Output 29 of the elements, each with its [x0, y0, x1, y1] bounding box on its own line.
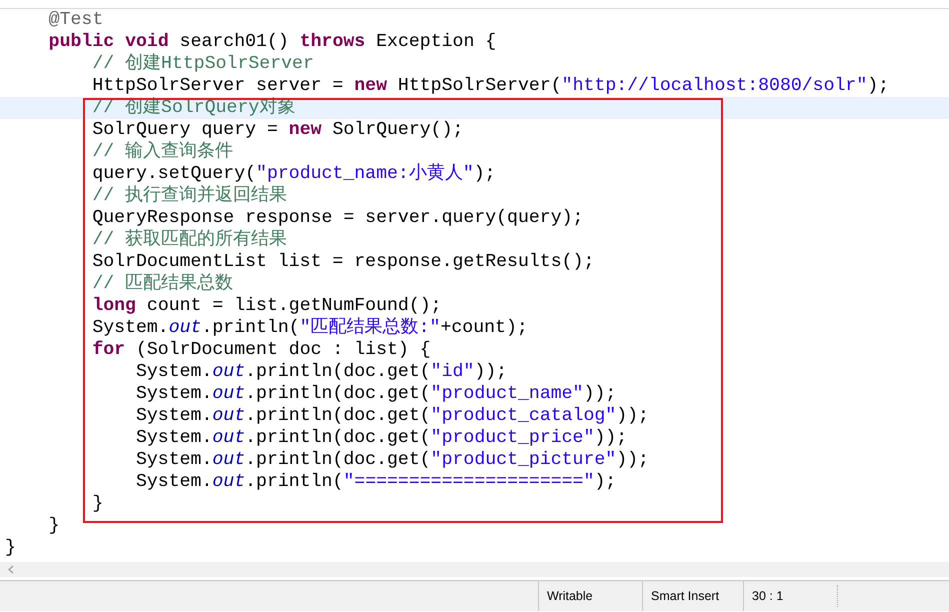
- code-line: System.out.println(doc.get("product_catalog"));: [134, 405, 650, 427]
- code-line: for (SolrDocument doc : list) {: [91, 339, 432, 361]
- code-line: QueryResponse response = server.query(query);: [91, 207, 584, 229]
- code-line: // 匹配结果总数: [91, 273, 234, 295]
- code-line: @Test: [48, 9, 104, 31]
- code-line: }: [48, 515, 61, 537]
- status-field: Smart Insert: [642, 581, 743, 611]
- code-line: System.out.println("=====================");: [134, 471, 618, 493]
- code-line: // 执行查询并返回结果: [91, 185, 288, 207]
- code-line: public void search01() throws Exception {: [48, 31, 498, 53]
- code-line: long count = list.getNumFound();: [91, 295, 443, 317]
- status-field: Writable: [538, 581, 642, 611]
- code-line: System.out.println("匹配结果总数:"+count);: [91, 317, 529, 339]
- code-line: System.out.println(doc.get("product_price"));: [134, 427, 628, 449]
- code-line: }: [4, 537, 17, 559]
- code-line: System.out.println(doc.get("id"));: [134, 361, 508, 383]
- code-line: System.out.println(doc.get("product_name"));: [134, 383, 618, 405]
- code-line: System.out.println(doc.get("product_picture"));: [134, 449, 650, 471]
- scroll-left-icon[interactable]: [8, 565, 14, 574]
- horizontal-scrollbar[interactable]: [0, 562, 949, 577]
- code-line: SolrDocumentList list = response.getResults();: [91, 251, 596, 273]
- code-line: // 获取匹配的所有结果: [91, 229, 288, 251]
- code-line: query.setQuery("product_name:小黄人");: [91, 163, 497, 185]
- status-field: 30 : 1: [743, 581, 837, 611]
- code-line: // 输入查询条件: [91, 141, 234, 163]
- code-line: SolrQuery query = new SolrQuery();: [91, 119, 464, 141]
- code-line: // 创建HttpSolrServer: [91, 53, 315, 75]
- code-line: }: [91, 493, 104, 515]
- code-line: HttpSolrServer server = new HttpSolrServer("http://localhost:8080/solr");: [91, 75, 890, 97]
